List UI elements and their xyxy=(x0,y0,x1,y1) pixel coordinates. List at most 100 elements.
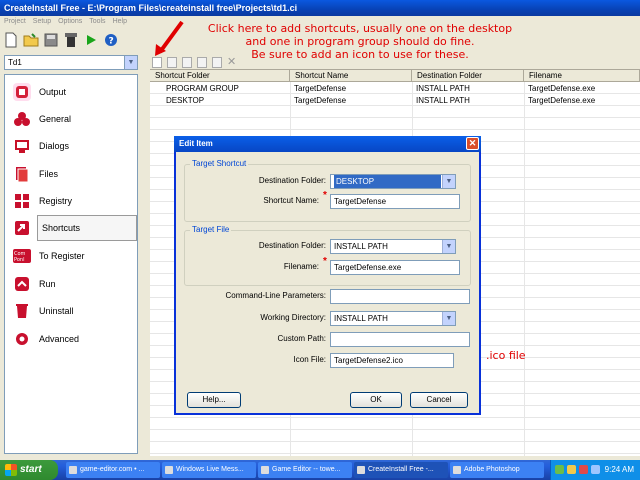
icon-file-input[interactable]: TargetDefense2.ico xyxy=(330,353,454,368)
add-shortcut-icon[interactable] xyxy=(152,56,162,68)
file-dest-folder-value: INSTALL PATH xyxy=(334,242,388,251)
windows-logo-icon xyxy=(5,464,17,476)
menu-options[interactable]: Options xyxy=(58,16,82,28)
table-cell: TargetDefense.exe xyxy=(528,96,596,105)
open-folder-icon[interactable] xyxy=(23,32,39,48)
table-cell: PROGRAM GROUP xyxy=(166,84,239,93)
tray-volume-icon[interactable] xyxy=(591,465,600,474)
browser-icon xyxy=(69,466,77,474)
sidebar-item-run[interactable]: Run xyxy=(9,271,137,297)
sidebar-item-general[interactable]: General xyxy=(9,106,137,132)
sidebar-item-label: Dialogs xyxy=(39,141,70,151)
svg-text:Ponl: Ponl xyxy=(14,257,24,263)
file-dest-folder-select[interactable]: INSTALL PATH ▼ xyxy=(330,239,456,254)
table-cell: TargetDefense xyxy=(294,84,347,93)
cancel-button[interactable]: Cancel xyxy=(410,392,468,408)
run-play-icon[interactable] xyxy=(83,32,99,48)
custom-path-label: Custom Path: xyxy=(277,334,326,343)
sidebar-item-shortcuts[interactable]: Shortcuts xyxy=(37,215,137,241)
dialog-title: Edit Item xyxy=(179,139,213,148)
dialog-title-bar: Edit Item ✕ xyxy=(174,136,481,152)
chevron-down-icon[interactable]: ▼ xyxy=(442,240,455,253)
tray-messenger-icon[interactable] xyxy=(567,465,576,474)
shortcuts-nav-icon-holder[interactable] xyxy=(9,215,35,241)
sidebar-item-label: To Register xyxy=(39,251,85,261)
column-header-filename[interactable]: Filename xyxy=(524,70,640,82)
menu-tools[interactable]: Tools xyxy=(89,16,105,28)
sidebar-item-label: Shortcuts xyxy=(42,223,81,233)
sidebar-item-label: Advanced xyxy=(39,334,80,344)
column-header-shortcut-name[interactable]: Shortcut Name xyxy=(290,70,412,82)
cmdline-input[interactable] xyxy=(330,289,470,304)
menu-setup[interactable]: Setup xyxy=(33,16,51,28)
table-row[interactable]: PROGRAM GROUP TargetDefense INSTALL PATH… xyxy=(150,83,640,94)
sidebar-item-registry[interactable]: Registry xyxy=(9,188,137,214)
sidebar-item-uninstall[interactable]: Uninstall xyxy=(9,298,137,324)
shortcuts-icon xyxy=(13,219,31,237)
shortcut-name-input[interactable]: TargetDefense xyxy=(330,194,460,209)
project-select[interactable]: Td1 ▼ xyxy=(4,55,138,70)
sidebar-item-to-register[interactable]: Com Ponl To Register xyxy=(9,243,137,269)
column-divider xyxy=(524,70,525,456)
custom-path-input[interactable] xyxy=(330,332,470,347)
uninstall-icon xyxy=(13,302,31,320)
svg-text:?: ? xyxy=(109,37,114,47)
taskbar-item-label: Game Editor -- towe... xyxy=(272,466,341,473)
tutorial-annotation: Click here to add shortcuts, usually one… xyxy=(180,22,540,61)
icon-file-label: Icon File: xyxy=(293,355,326,364)
taskbar-item-label: CreateInstall Free -... xyxy=(368,466,434,473)
sidebar-item-label: Run xyxy=(39,279,56,289)
filename-label: Filename: xyxy=(283,262,319,271)
chevron-down-icon[interactable]: ▼ xyxy=(442,175,455,188)
workdir-select[interactable]: INSTALL PATH ▼ xyxy=(330,311,456,326)
menu-help[interactable]: Help xyxy=(113,16,127,28)
sidebar-item-files[interactable]: Files xyxy=(9,161,137,187)
run-icon xyxy=(13,275,31,293)
edit-shortcut-icon[interactable] xyxy=(167,56,177,68)
dest-folder-select[interactable]: DESKTOP ▼ xyxy=(330,174,456,189)
table-header: Shortcut Folder Shortcut Name Destinatio… xyxy=(150,70,640,82)
sidebar-item-advanced[interactable]: Advanced xyxy=(9,326,137,352)
taskbar-item-game-editor[interactable]: Game Editor -- towe... xyxy=(258,462,352,478)
sidebar-item-output[interactable]: Output xyxy=(9,79,137,105)
chevron-down-icon[interactable]: ▼ xyxy=(442,312,455,325)
taskbar-item-messenger[interactable]: Windows Live Mess... xyxy=(162,462,256,478)
chevron-down-icon[interactable]: ▼ xyxy=(124,56,137,69)
dest-folder-label: Destination Folder: xyxy=(258,176,326,185)
taskbar-item-game-editor-site[interactable]: game-editor.com • ... xyxy=(66,462,160,478)
menu-project[interactable]: Project xyxy=(4,16,26,28)
messenger-icon xyxy=(165,466,173,474)
table-cell: INSTALL PATH xyxy=(416,96,470,105)
registry-icon xyxy=(13,192,31,210)
workdir-label: Working Directory: xyxy=(260,313,326,322)
filename-input[interactable]: TargetDefense.exe xyxy=(330,260,460,275)
build-icon[interactable] xyxy=(63,32,79,48)
taskbar-item-photoshop[interactable]: Adobe Photoshop xyxy=(450,462,544,478)
help-button[interactable]: Help... xyxy=(187,392,241,408)
save-icon[interactable] xyxy=(43,32,59,48)
sidebar-item-label: Uninstall xyxy=(39,306,74,316)
createinstall-icon xyxy=(357,466,365,474)
new-project-icon[interactable] xyxy=(3,32,19,48)
annotation-line-1: Click here to add shortcuts, usually one… xyxy=(207,22,513,35)
window-title: CreateInstall Free - E:\Program Files\cr… xyxy=(4,3,298,13)
column-header-shortcut-folder[interactable]: Shortcut Folder xyxy=(150,70,290,82)
general-icon xyxy=(13,110,31,128)
close-icon[interactable]: ✕ xyxy=(466,137,479,150)
taskbar-item-createinstall[interactable]: CreateInstall Free -... xyxy=(354,462,448,478)
clock[interactable]: 9:24 AM xyxy=(605,460,634,480)
sidebar-item-dialogs[interactable]: Dialogs xyxy=(9,133,137,159)
workdir-value: INSTALL PATH xyxy=(334,314,388,323)
table-cell: DESKTOP xyxy=(166,96,205,105)
main-toolbar: ? xyxy=(0,28,150,52)
table-row[interactable]: DESKTOP TargetDefense INSTALL PATH Targe… xyxy=(150,95,640,106)
start-button[interactable]: start xyxy=(0,460,58,480)
column-header-destination-folder[interactable]: Destination Folder xyxy=(412,70,524,82)
taskbar-item-label: Adobe Photoshop xyxy=(464,466,520,473)
help-icon[interactable]: ? xyxy=(103,32,119,48)
target-shortcut-group: Target Shortcut xyxy=(184,159,471,222)
ok-button[interactable]: OK xyxy=(350,392,402,408)
tray-network-icon[interactable] xyxy=(555,465,564,474)
tray-security-icon[interactable] xyxy=(579,465,588,474)
project-select-value: Td1 xyxy=(8,58,22,67)
